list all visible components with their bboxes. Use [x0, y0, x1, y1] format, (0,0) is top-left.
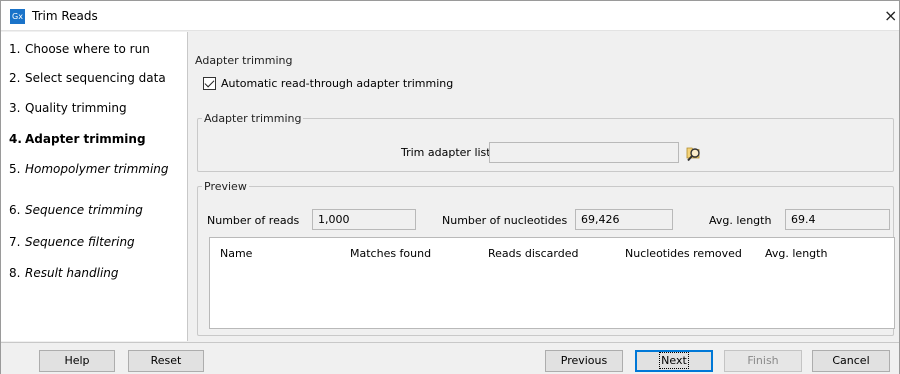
step-choose-where-to-run: 1. Choose where to run [9, 42, 150, 56]
browse-magnifier-icon[interactable] [684, 143, 704, 163]
finish-button[interactable]: Finish [724, 350, 802, 372]
number-of-reads-value: 1,000 [312, 209, 416, 230]
next-button-label: Next [659, 352, 689, 369]
column-header-matches-found[interactable]: Matches found [350, 247, 431, 260]
step-adapter-trimming: 4. Adapter trimming [9, 132, 146, 146]
next-button[interactable]: Next [635, 350, 713, 372]
app-icon: Gx [10, 9, 25, 24]
section-title: Adapter trimming [195, 54, 293, 67]
preview-table: Name Matches found Reads discarded Nucle… [209, 237, 895, 329]
previous-button[interactable]: Previous [545, 350, 623, 372]
adapter-trimming-group: Adapter trimming Trim adapter list [197, 112, 894, 172]
avg-length-label: Avg. length [709, 214, 772, 227]
title-bar: Gx Trim Reads × [1, 1, 899, 31]
number-of-nucleotides-value: 69,426 [575, 209, 673, 230]
wizard-steps-panel: 1. Choose where to run 2. Select sequencin… [1, 32, 188, 341]
column-header-avg-length[interactable]: Avg. length [765, 247, 827, 260]
column-header-name[interactable]: Name [220, 247, 252, 260]
window-title: Trim Reads [32, 9, 98, 23]
preview-group: Preview Number of reads 1,000 Number of … [197, 180, 895, 336]
cancel-button[interactable]: Cancel [812, 350, 890, 372]
step-sequence-filtering: 7. Sequence filtering [9, 235, 135, 249]
button-bar: Help Reset Previous Next Finish Cancel [1, 342, 899, 374]
preview-legend: Preview [204, 180, 247, 193]
number-of-reads-label: Number of reads [207, 214, 300, 227]
step-select-sequencing-data: 2. Select sequencing data [9, 71, 166, 85]
avg-length-value: 69.4 [785, 209, 890, 230]
auto-trim-row[interactable]: Automatic read-through adapter trimming [203, 77, 453, 90]
column-header-nucleotides-removed[interactable]: Nucleotides removed [625, 247, 742, 260]
auto-trim-checkbox[interactable] [203, 77, 216, 90]
step-quality-trimming: 3. Quality trimming [9, 101, 127, 115]
trim-adapter-list-field[interactable] [489, 142, 679, 163]
step-homopolymer-trimming: 5. Homopolymer trimming [9, 162, 169, 176]
step-sequence-trimming: 6. Sequence trimming [9, 203, 143, 217]
trim-adapter-list-label: Trim adapter list [401, 146, 491, 159]
close-icon[interactable]: × [884, 6, 897, 25]
help-button[interactable]: Help [39, 350, 115, 372]
adapter-trimming-panel: Adapter trimming Automatic read-through … [189, 32, 899, 341]
adapter-group-legend: Adapter trimming [204, 112, 302, 125]
number-of-nucleotides-label: Number of nucleotides [442, 214, 568, 227]
column-header-reads-discarded[interactable]: Reads discarded [488, 247, 579, 260]
reset-button[interactable]: Reset [128, 350, 204, 372]
step-result-handling: 8. Result handling [9, 266, 119, 280]
trim-reads-dialog: Gx Trim Reads × 1. Choose where to run 2.… [0, 0, 900, 374]
auto-trim-label: Automatic read-through adapter trimming [221, 77, 454, 90]
